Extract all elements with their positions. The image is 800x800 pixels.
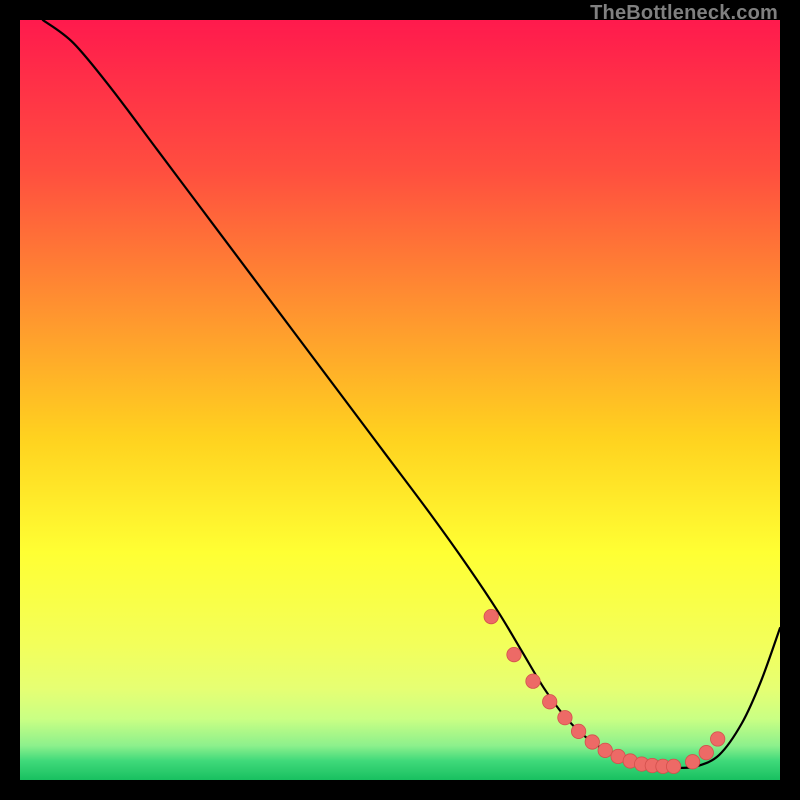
highlight-dot bbox=[598, 743, 612, 757]
highlight-dot bbox=[484, 609, 498, 623]
highlight-dot bbox=[507, 647, 521, 661]
watermark-text: TheBottleneck.com bbox=[590, 2, 778, 25]
highlight-dot bbox=[699, 745, 713, 759]
highlight-dot bbox=[585, 735, 599, 749]
highlight-dot bbox=[543, 695, 557, 709]
highlight-dot bbox=[558, 710, 572, 724]
highlight-dot bbox=[526, 674, 540, 688]
highlight-dot bbox=[571, 724, 585, 738]
chart-canvas bbox=[20, 20, 780, 780]
highlight-dot bbox=[710, 732, 724, 746]
plot-area bbox=[20, 20, 780, 780]
highlight-dot bbox=[685, 755, 699, 769]
highlight-dot bbox=[666, 759, 680, 773]
chart-frame: TheBottleneck.com bbox=[0, 0, 800, 800]
gradient-background bbox=[20, 20, 780, 780]
